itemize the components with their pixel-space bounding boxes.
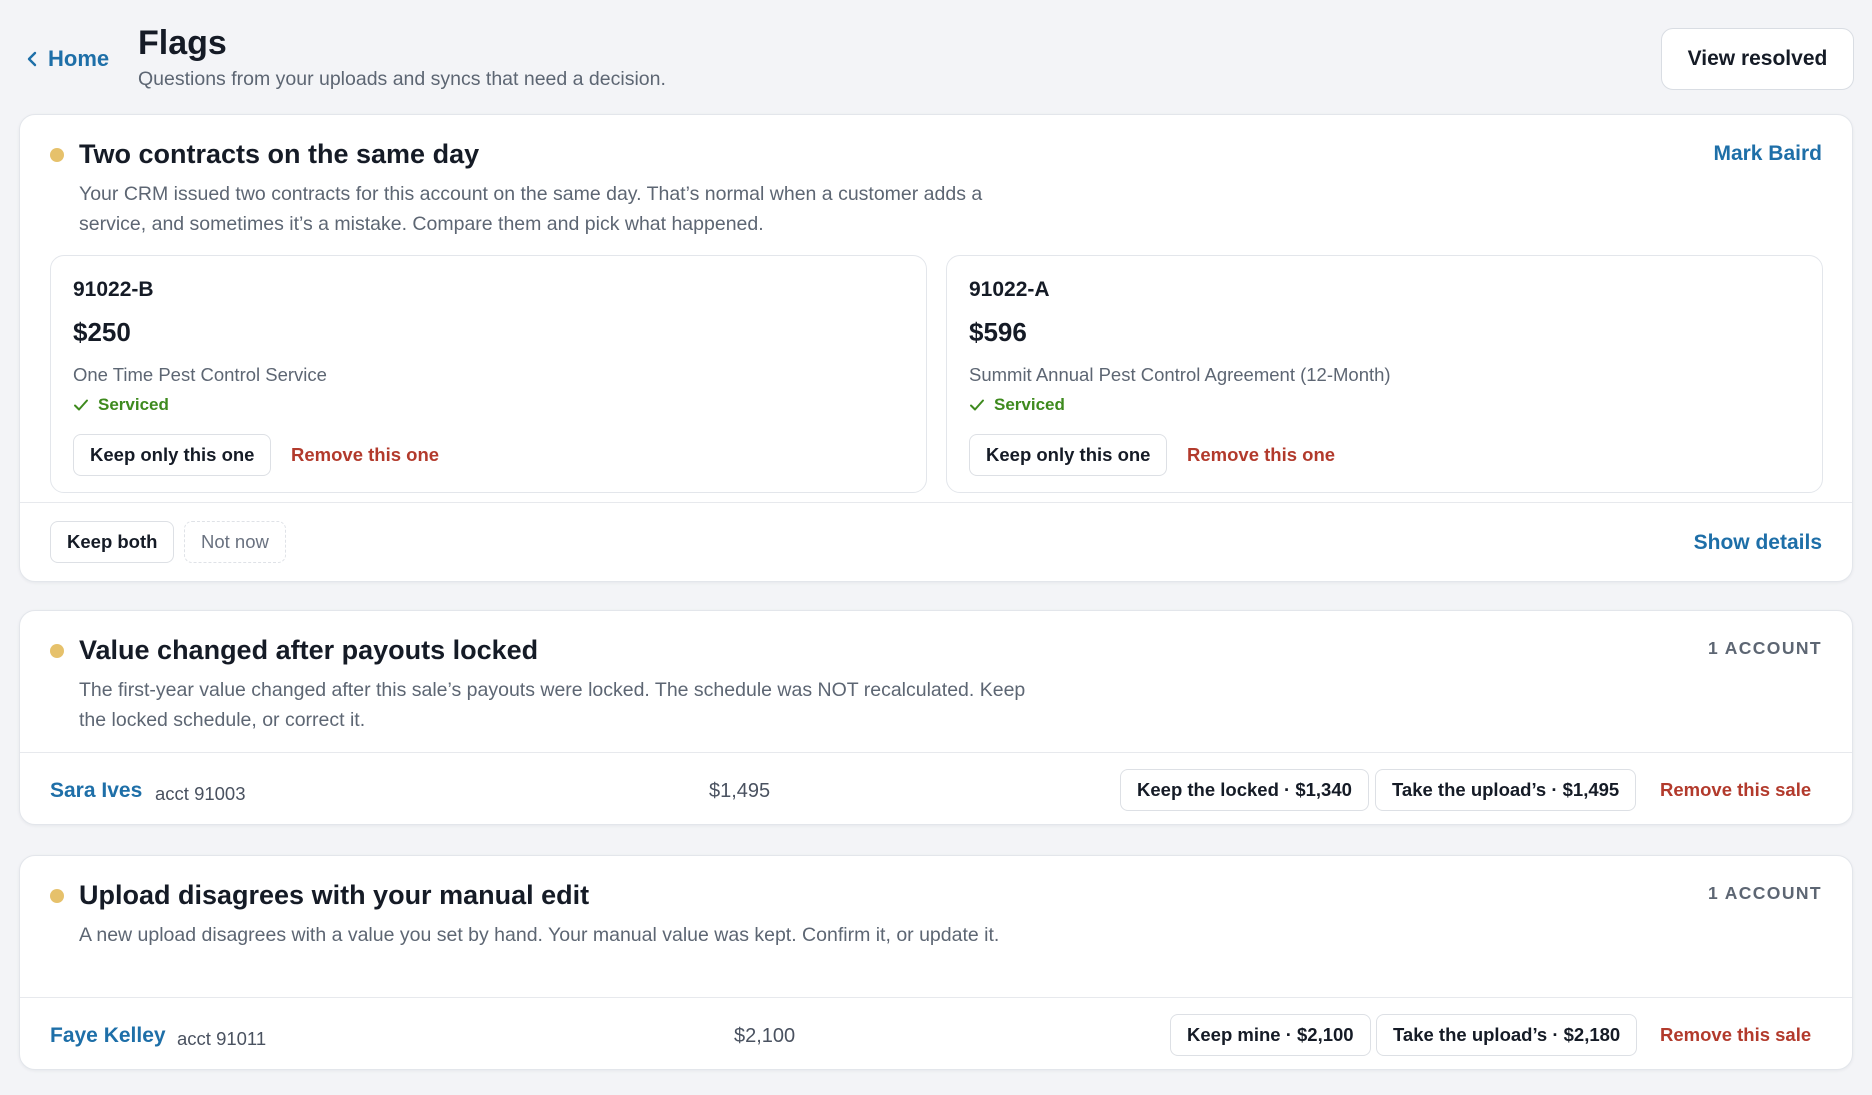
account-name-link[interactable]: Sara Ives — [50, 779, 142, 803]
flag-title: Two contracts on the same day — [79, 139, 480, 169]
flag-description: Your CRM issued two contracts for this a… — [79, 183, 983, 235]
flag-card-duplicate-contracts: Two contracts on the same day Mark Baird… — [19, 114, 1853, 582]
keep-only-this-button[interactable]: Keep only this one — [969, 434, 1168, 476]
card-divider — [20, 752, 1852, 753]
flag-title: Value changed after payouts locked — [79, 635, 539, 665]
flag-card-upload-disagrees: Upload disagrees with your manual edit 1… — [19, 855, 1853, 1070]
flag-description: A new upload disagrees with a value you … — [79, 924, 1000, 946]
contract-id: 91022-B — [73, 278, 154, 301]
flag-status-dot — [50, 889, 64, 903]
remove-sale-button[interactable]: Remove this sale — [1660, 779, 1811, 801]
contract-status-label: Serviced — [994, 395, 1065, 414]
remove-sale-button[interactable]: Remove this sale — [1660, 1024, 1811, 1046]
card-divider — [20, 502, 1852, 503]
row-amount: $2,100 — [734, 1025, 796, 1047]
keep-only-this-button[interactable]: Keep only this one — [73, 434, 272, 476]
page-header: Home Flags Questions from your uploads a… — [0, 0, 1872, 112]
remove-this-button[interactable]: Remove this one — [1187, 444, 1335, 466]
owner-link[interactable]: Mark Baird — [1713, 142, 1822, 166]
contract-description: One Time Pest Control Service — [73, 364, 327, 385]
contract-amount: $250 — [73, 317, 131, 347]
page-subtitle: Questions from your uploads and syncs th… — [138, 68, 666, 90]
check-icon — [970, 399, 984, 411]
keep-both-button[interactable]: Keep both — [50, 521, 175, 563]
home-back-link[interactable]: Home — [26, 46, 109, 72]
home-label: Home — [48, 46, 110, 71]
contract-id: 91022-A — [969, 278, 1050, 301]
flag-status-dot — [50, 148, 64, 162]
contract-status: Serviced — [969, 395, 1065, 415]
account-name-link[interactable]: Faye Kelley — [50, 1024, 166, 1048]
show-details-link[interactable]: Show details — [1694, 531, 1822, 555]
not-now-button[interactable]: Not now — [184, 521, 286, 563]
flag-description: The first-year value changed after this … — [79, 679, 1026, 731]
card-divider — [20, 997, 1852, 998]
contract-description: Summit Annual Pest Control Agreement (12… — [969, 364, 1391, 385]
keep-mine-button[interactable]: Keep mine · $2,100 — [1170, 1014, 1371, 1056]
flag-card-value-changed: Value changed after payouts locked 1 ACC… — [19, 610, 1853, 825]
remove-this-button[interactable]: Remove this one — [291, 444, 439, 466]
account-count-badge: 1 ACCOUNT — [1707, 638, 1822, 658]
contract-status-label: Serviced — [98, 395, 169, 414]
account-number: acct 91011 — [177, 1028, 267, 1049]
chevron-left-icon — [27, 51, 37, 67]
account-number: acct 91003 — [155, 783, 246, 804]
contract-status: Serviced — [73, 395, 169, 415]
contract-card: 91022-B $250 One Time Pest Control Servi… — [50, 255, 927, 493]
contract-card: 91022-A $596 Summit Annual Pest Control … — [946, 255, 1823, 493]
contract-amount: $596 — [969, 317, 1027, 347]
take-upload-button[interactable]: Take the upload’s · $2,180 — [1376, 1014, 1638, 1056]
page-title: Flags — [138, 24, 227, 62]
keep-locked-button[interactable]: Keep the locked · $1,340 — [1120, 769, 1369, 811]
account-count-badge: 1 ACCOUNT — [1707, 883, 1822, 903]
flag-status-dot — [50, 644, 64, 658]
check-icon — [74, 399, 88, 411]
view-resolved-button[interactable]: View resolved — [1661, 28, 1854, 90]
take-upload-button[interactable]: Take the upload’s · $1,495 — [1375, 769, 1637, 811]
flag-title: Upload disagrees with your manual edit — [79, 880, 590, 910]
row-amount: $1,495 — [709, 780, 771, 802]
